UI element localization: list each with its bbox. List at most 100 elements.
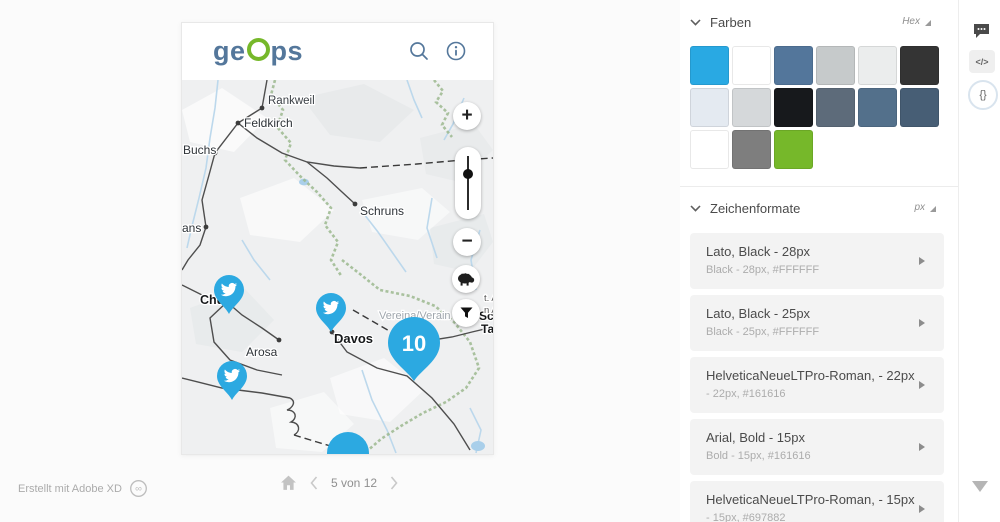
xd-spec-page: geps — [0, 0, 1000, 522]
color-swatch[interactable] — [732, 88, 771, 127]
expand-arrow-icon[interactable] — [919, 443, 925, 451]
text-style-card[interactable]: Arial, Bold - 15px Bold - 15px, #161616 — [690, 419, 944, 475]
spec-panel: Farben Hex Zeichenformate px Lato, Black… — [680, 0, 958, 522]
dropdown-corner-icon — [930, 206, 936, 212]
color-swatch-grid — [690, 46, 942, 169]
text-style-title: Lato, Black - 28px — [706, 244, 810, 259]
color-swatch[interactable] — [816, 88, 855, 127]
expand-arrow-icon[interactable] — [919, 381, 925, 389]
code-icon: </> — [975, 57, 988, 67]
chevron-down-icon — [690, 19, 701, 26]
cluster-count-label: 10 — [402, 331, 426, 356]
slider-knob[interactable] — [463, 169, 473, 179]
text-styles-section-header[interactable]: Zeichenformate — [690, 201, 800, 216]
map-place-label: Schruns — [360, 204, 404, 218]
text-style-title: HelveticaNeueLTPro-Roman, - 22px — [706, 368, 915, 383]
wildlife-layer-button[interactable] — [452, 265, 480, 293]
color-swatch[interactable] — [690, 88, 729, 127]
map-place-label: t. A — [484, 293, 493, 304]
text-unit-dropdown[interactable]: px — [914, 202, 936, 213]
text-style-subtitle: - 22px, #161616 — [706, 388, 786, 400]
section-divider — [680, 186, 958, 187]
text-style-subtitle: Bold - 15px, #161616 — [706, 450, 811, 462]
map-place-label: Buchs — [183, 143, 216, 157]
pager-count: 5 von 12 — [331, 476, 377, 490]
map-filter-button[interactable] — [452, 299, 480, 327]
map-place-label: ans — [182, 221, 201, 235]
town-dot — [277, 338, 282, 343]
logo-text-pre: ge — [213, 36, 246, 66]
map-image: RankweilFeldkirchBuchsSchrunsansChurAros… — [182, 80, 493, 454]
color-unit-dropdown[interactable]: Hex — [902, 16, 931, 27]
color-swatch[interactable] — [732, 130, 771, 169]
text-style-subtitle: Black - 25px, #FFFFFF — [706, 326, 819, 338]
text-unit-label: px — [914, 202, 925, 213]
map-place-label: Arosa — [246, 345, 278, 359]
color-swatch[interactable] — [690, 130, 729, 169]
text-style-title: HelveticaNeueLTPro-Roman, - 15px — [706, 492, 915, 507]
text-style-list: Lato, Black - 28pxBlack - 28px, #FFFFFFL… — [690, 233, 944, 522]
variables-button[interactable]: {} — [968, 80, 998, 110]
text-style-card[interactable]: HelveticaNeueLTPro-Roman, - 22px - 22px, … — [690, 357, 944, 413]
text-style-card[interactable]: Lato, Black - 25px Black - 25px, #FFFFFF — [690, 295, 944, 351]
next-artboard-button[interactable] — [390, 476, 398, 490]
map-zoom-slider[interactable] — [455, 147, 481, 219]
color-swatch[interactable] — [816, 46, 855, 85]
color-swatch[interactable] — [774, 130, 813, 169]
artboard-preview: geps — [181, 22, 494, 455]
prev-artboard-button[interactable] — [310, 476, 318, 490]
color-swatch[interactable] — [774, 88, 813, 127]
zoom-out-label: − — [461, 231, 472, 253]
color-swatch[interactable] — [900, 88, 939, 127]
text-style-title: Lato, Black - 25px — [706, 306, 810, 321]
lake-2 — [471, 441, 485, 451]
map-zoom-out-button[interactable]: − — [453, 228, 481, 256]
map-canvas[interactable]: RankweilFeldkirchBuchsSchrunsansChurAros… — [182, 80, 493, 454]
text-style-subtitle: Black - 28px, #FFFFFF — [706, 264, 819, 276]
info-icon[interactable] — [445, 40, 467, 62]
text-style-subtitle: - 15px, #697882 — [706, 512, 786, 522]
creative-cloud-icon: ∞ — [129, 479, 148, 498]
svg-text:∞: ∞ — [135, 484, 142, 495]
color-swatch[interactable] — [858, 88, 897, 127]
color-swatch[interactable] — [774, 46, 813, 85]
map-place-label: Feldkirch — [244, 116, 293, 130]
map-place-label: Davos — [334, 331, 373, 346]
artboard-pager: 5 von 12 — [280, 475, 398, 491]
right-toolbar: </> {} — [958, 0, 1000, 522]
dropdown-corner-icon — [925, 20, 931, 26]
colors-section-title: Farben — [710, 15, 751, 30]
town-dot — [204, 225, 209, 230]
search-icon[interactable] — [408, 40, 430, 62]
home-button[interactable] — [280, 475, 297, 491]
logo-o-ring — [247, 38, 270, 61]
color-swatch[interactable] — [900, 46, 939, 85]
filter-icon — [460, 307, 473, 319]
slider-track — [467, 156, 469, 210]
map-place-label: Tar — [481, 322, 493, 336]
design-specs-button[interactable]: </> — [969, 50, 995, 73]
braces-icon: {} — [979, 89, 986, 101]
town-dot — [260, 106, 265, 111]
expand-arrow-icon[interactable] — [919, 319, 925, 327]
text-style-title: Arial, Bold - 15px — [706, 430, 805, 445]
text-styles-section-title: Zeichenformate — [710, 201, 800, 216]
colors-section-header[interactable]: Farben — [690, 15, 751, 30]
comments-button[interactable] — [973, 23, 990, 39]
text-style-card[interactable]: HelveticaNeueLTPro-Roman, - 15px - 15px, … — [690, 481, 944, 522]
zoom-in-label: + — [461, 105, 472, 127]
map-zoom-in-button[interactable]: + — [453, 102, 481, 130]
expand-arrow-icon[interactable] — [919, 257, 925, 265]
text-style-card[interactable]: Lato, Black - 28px Black - 28px, #FFFFFF — [690, 233, 944, 289]
credit-text: Erstellt mit Adobe XD — [18, 483, 122, 495]
expand-arrow-icon[interactable] — [919, 505, 925, 513]
made-with-credit: Erstellt mit Adobe XD ∞ — [18, 479, 148, 498]
color-swatch[interactable] — [732, 46, 771, 85]
geops-logo: geps — [213, 36, 303, 66]
collapse-triangle-icon[interactable] — [972, 481, 988, 492]
app-header: geps — [182, 23, 493, 81]
color-unit-label: Hex — [902, 16, 920, 27]
color-swatch[interactable] — [858, 46, 897, 85]
map-place-label: Rankweil — [268, 95, 315, 107]
color-swatch[interactable] — [690, 46, 729, 85]
